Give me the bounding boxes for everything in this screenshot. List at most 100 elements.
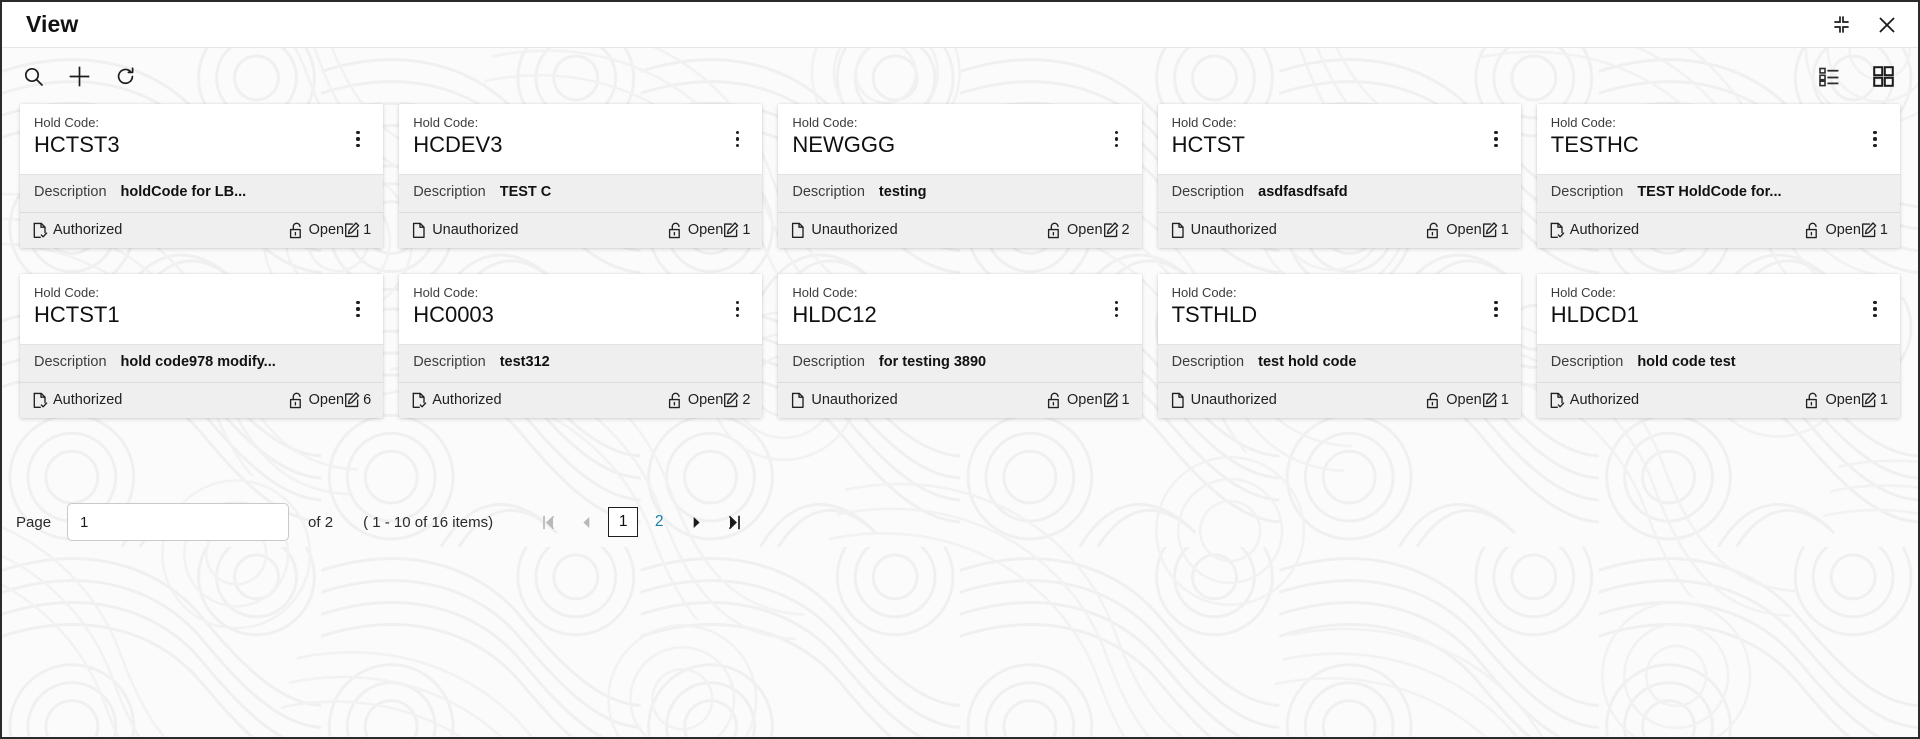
kebab-menu-icon[interactable] — [726, 295, 748, 323]
note-count[interactable]: 6 — [344, 392, 371, 408]
description-label: Description — [1172, 354, 1245, 370]
unlock-icon — [1426, 392, 1441, 409]
authorization-status-label: Unauthorized — [811, 222, 897, 238]
hold-code-value: HCTST3 — [34, 132, 347, 157]
hold-code-card[interactable]: Hold Code:HCTSTDescriptionasdfasdfsafdUn… — [1158, 104, 1521, 248]
edit-note-icon — [723, 392, 739, 408]
authorization-status-label: Authorized — [53, 222, 122, 238]
note-count[interactable]: 1 — [1482, 392, 1509, 408]
note-count-value: 1 — [1501, 222, 1509, 238]
note-count[interactable]: 1 — [723, 222, 750, 238]
description-value: hold code test — [1637, 354, 1735, 370]
description-value: TEST C — [500, 184, 552, 200]
close-icon[interactable] — [1874, 12, 1900, 38]
note-count[interactable]: 1 — [344, 222, 371, 238]
hold-code-label: Hold Code: — [1551, 285, 1864, 301]
note-count-value: 1 — [1122, 392, 1130, 408]
pagination-bar: Page of 2 ( 1 - 10 of 16 items) 1 2 — [2, 494, 1918, 550]
authorization-status-label: Authorized — [1570, 392, 1639, 408]
kebab-menu-icon[interactable] — [1485, 295, 1507, 323]
lock-status-label: Open — [1825, 392, 1860, 408]
kebab-menu-icon[interactable] — [1106, 295, 1128, 323]
authorization-status-label: Unauthorized — [1191, 222, 1277, 238]
kebab-menu-icon[interactable] — [1106, 125, 1128, 153]
kebab-menu-icon[interactable] — [726, 125, 748, 153]
hold-code-card[interactable]: Hold Code:HCTST3DescriptionholdCode for … — [20, 104, 383, 248]
hold-code-value: NEWGGG — [792, 132, 1105, 157]
hold-code-card[interactable]: Hold Code:NEWGGGDescriptiontestingUnauth… — [778, 104, 1141, 248]
card-header: Hold Code:TSTHLD — [1158, 274, 1521, 344]
note-count-value: 2 — [742, 392, 750, 408]
description-value: holdCode for LB... — [121, 184, 247, 200]
lock-status: Open — [289, 392, 344, 409]
hold-code-card[interactable]: Hold Code:HLDCD1 Descriptionhold code tes… — [1537, 274, 1900, 418]
note-count[interactable]: 1 — [1103, 392, 1130, 408]
authorization-status-label: Unauthorized — [1191, 392, 1277, 408]
grid-view-icon[interactable] — [1866, 59, 1900, 93]
page-button-1[interactable]: 1 — [608, 507, 638, 537]
next-page-icon[interactable] — [677, 503, 715, 541]
page-number-input[interactable] — [67, 503, 289, 541]
last-page-icon[interactable] — [715, 503, 753, 541]
note-count[interactable]: 1 — [1482, 222, 1509, 238]
card-footer: UnauthorizedOpen1 — [399, 212, 762, 248]
search-icon[interactable] — [16, 59, 50, 93]
kebab-menu-icon[interactable] — [347, 295, 369, 323]
hold-code-card[interactable]: Hold Code:HCDEV3DescriptionTEST CUnautho… — [399, 104, 762, 248]
hold-code-label: Hold Code: — [413, 115, 726, 131]
lock-status: Open — [1426, 392, 1481, 409]
unlock-icon — [1047, 392, 1062, 409]
lock-status-label: Open — [1067, 392, 1102, 408]
page-title: View — [26, 13, 78, 36]
lock-status: Open — [1047, 222, 1102, 239]
unlock-icon — [1805, 392, 1820, 409]
card-description-row: Descriptiontest312 — [399, 344, 762, 382]
description-value: for testing 3890 — [879, 354, 986, 370]
page-button-2[interactable]: 2 — [644, 507, 674, 537]
note-count-value: 1 — [1880, 222, 1888, 238]
note-count-value: 2 — [1122, 222, 1130, 238]
card-header-text: Hold Code:TSTHLD — [1172, 285, 1485, 328]
authorization-status: Unauthorized — [790, 392, 1047, 409]
document-check-icon — [1549, 222, 1565, 239]
list-view-icon[interactable] — [1812, 59, 1846, 93]
hold-code-label: Hold Code: — [1172, 285, 1485, 301]
kebab-menu-icon[interactable] — [1864, 295, 1886, 323]
plus-icon[interactable] — [62, 59, 96, 93]
hold-code-card[interactable]: Hold Code:HCTST1Descriptionhold code978 … — [20, 274, 383, 418]
card-description-row: Descriptionasdfasdfsafd — [1158, 174, 1521, 212]
hold-code-value: HCTST — [1172, 132, 1485, 157]
kebab-menu-icon[interactable] — [1864, 125, 1886, 153]
collapse-inward-icon[interactable] — [1828, 12, 1854, 38]
card-description-row: DescriptionTEST HoldCode for... — [1537, 174, 1900, 212]
authorization-status-label: Authorized — [53, 392, 122, 408]
hold-code-card[interactable]: Hold Code:TSTHLDDescriptiontest hold cod… — [1158, 274, 1521, 418]
card-footer: Authorized Open6 — [20, 382, 383, 418]
hold-code-label: Hold Code: — [792, 115, 1105, 131]
hold-code-card[interactable]: Hold Code:HLDC12Descriptionfor testing 3… — [778, 274, 1141, 418]
content-area: Hold Code: HCTST3 Description holdCode for … — [2, 47, 1918, 737]
kebab-menu-icon[interactable] — [347, 125, 369, 153]
card-header-text: Hold Code:HLDCD1 — [1551, 285, 1864, 328]
hold-code-card[interactable]: Hold Code:HC0003Descriptiontest312Author… — [399, 274, 762, 418]
description-value: testing — [879, 184, 927, 200]
description-label: Description — [34, 354, 107, 370]
card-header-text: Hold Code:TESTHC — [1551, 115, 1864, 158]
hold-code-card[interactable]: Hold Code:TESTHC DescriptionTEST HoldCode… — [1537, 104, 1900, 248]
lock-status: Open — [289, 222, 344, 239]
edit-note-icon — [1103, 222, 1119, 238]
description-label: Description — [1551, 184, 1624, 200]
refresh-icon[interactable] — [108, 59, 142, 93]
lock-status-label: Open — [1446, 222, 1481, 238]
note-count[interactable]: 1 — [1861, 222, 1888, 238]
note-count[interactable]: 2 — [1103, 222, 1130, 238]
card-description-row: Descriptionhold code test — [1537, 344, 1900, 382]
card-footer: Unauthorized Open 2 — [778, 212, 1141, 248]
prev-page-icon[interactable] — [567, 503, 605, 541]
note-count-value: 1 — [1880, 392, 1888, 408]
kebab-menu-icon[interactable] — [1485, 125, 1507, 153]
card-header: Hold Code:HCTST1 — [20, 274, 383, 344]
first-page-icon[interactable] — [529, 503, 567, 541]
note-count[interactable]: 2 — [723, 392, 750, 408]
note-count[interactable]: 1 — [1861, 392, 1888, 408]
